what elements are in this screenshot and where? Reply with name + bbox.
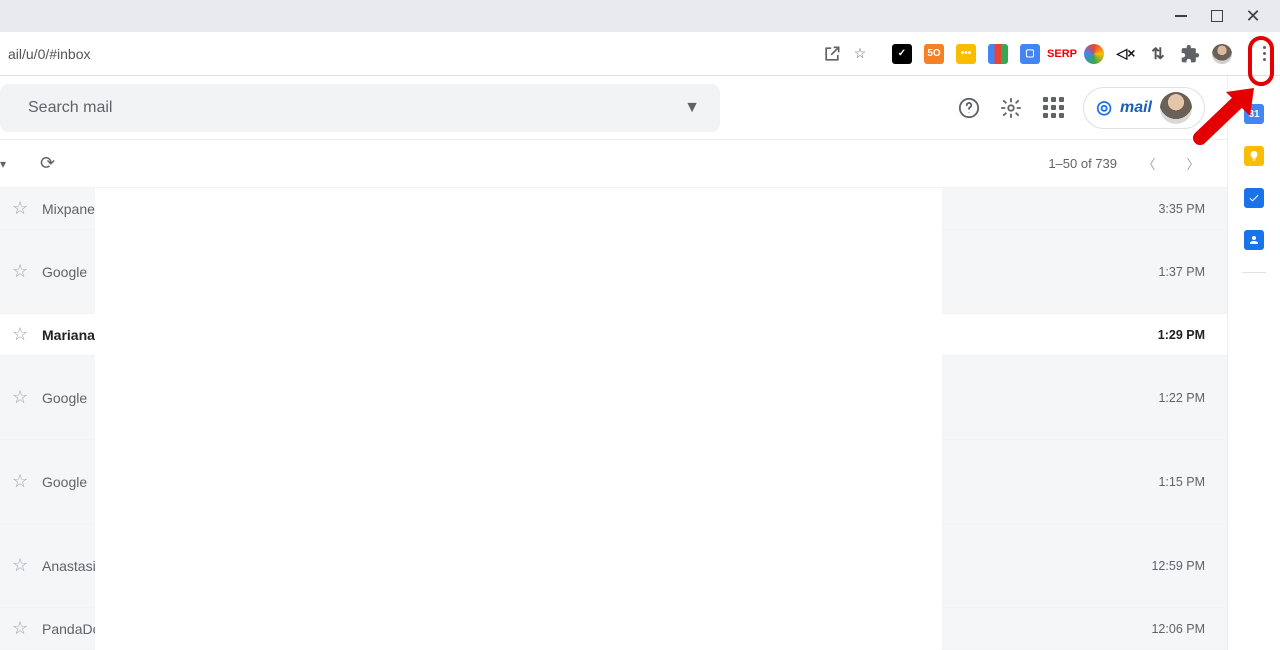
email-time: 1:37 PM: [1135, 265, 1205, 279]
extension-hub-icon[interactable]: [1084, 44, 1104, 64]
window-maximize-button[interactable]: [1210, 9, 1224, 23]
star-icon[interactable]: ☆: [12, 324, 32, 345]
email-list: ☆ Mixpanelansaction ID 177732…3:35 PM ☆ Goo…: [0, 188, 1227, 650]
extension-blue-icon[interactable]: ▢: [1020, 44, 1040, 64]
email-sender: Google: [42, 390, 242, 406]
email-sender: PandaDoc: [42, 621, 242, 637]
email-sender: Google: [42, 264, 242, 280]
email-preview: pe everything is well, …: [242, 327, 1135, 343]
extension-bars-icon[interactable]: [988, 44, 1008, 64]
dots-icon: [1263, 46, 1266, 49]
email-row[interactable]: ☆ Googleg document [FR] Ho…1:22 PM: [0, 356, 1227, 440]
star-icon[interactable]: ☆: [12, 198, 32, 219]
browser-profile-avatar[interactable]: [1212, 44, 1232, 64]
email-preview: ansaction ID 177732…: [242, 201, 1135, 217]
email-row[interactable]: ☆ PandaDocs les participants - Le …12:06 …: [0, 608, 1227, 650]
email-row[interactable]: ☆ Googleing document [FR] H…1:15 PM: [0, 440, 1227, 524]
email-time: 12:06 PM: [1135, 622, 1205, 636]
star-icon[interactable]: ☆: [12, 261, 32, 282]
email-row[interactable]: ☆ Mixpanelansaction ID 177732…3:35 PM: [0, 188, 1227, 230]
google-apps-icon[interactable]: [1041, 96, 1065, 120]
account-avatar[interactable]: [1160, 92, 1192, 124]
star-icon[interactable]: ☆: [12, 387, 32, 408]
email-row[interactable]: ☆ Anastasia/docs.google.com/d…12:59 PM: [0, 524, 1227, 608]
email-sender: Google: [42, 474, 242, 490]
browser-toolbar: ail/u/0/#inbox ☆ ✓ 5O ••• ▢ SERP ◁× ⇅: [0, 32, 1280, 76]
gmail-app: Search mail ▼ ◎ mail: [0, 76, 1280, 650]
chrome-menu-button[interactable]: [1254, 44, 1274, 64]
pagination-range: 1–50 of 739: [1048, 156, 1117, 171]
search-mail-box[interactable]: Search mail ▼: [0, 84, 720, 132]
address-bar[interactable]: ail/u/0/#inbox ☆: [0, 39, 878, 69]
sidepanel-tasks-icon[interactable]: [1244, 188, 1264, 208]
brand-at-icon: ◎: [1096, 97, 1112, 118]
star-icon[interactable]: ☆: [12, 471, 32, 492]
mail-toolbar: ▾ ⟳ 1–50 of 739 〈 〉: [0, 140, 1227, 188]
email-preview: llowing document [F…: [242, 264, 1135, 280]
settings-gear-icon[interactable]: [999, 96, 1023, 120]
pagination-prev-button[interactable]: 〈: [1137, 152, 1161, 176]
extension-stackoverflow-icon[interactable]: 5O: [924, 44, 944, 64]
email-time: 1:15 PM: [1135, 475, 1205, 489]
bookmark-star-icon[interactable]: ☆: [850, 44, 870, 64]
search-options-caret-icon[interactable]: ▼: [684, 99, 700, 117]
toolbar-left: ▾ ⟳: [0, 153, 55, 174]
extensions-strip: ✓ 5O ••• ▢ SERP ◁× ⇅: [878, 44, 1274, 64]
extension-mute-icon[interactable]: ◁×: [1116, 44, 1136, 64]
sidepanel-add-button[interactable]: ＋: [1244, 295, 1264, 315]
extension-serp-icon[interactable]: SERP: [1052, 44, 1072, 64]
email-row[interactable]: ☆ Marianape everything is well, …1:29 PM: [0, 314, 1227, 356]
extension-checkbox-icon[interactable]: ✓: [892, 44, 912, 64]
email-sender: Anastasia: [42, 558, 242, 574]
pagination-next-button[interactable]: 〉: [1181, 152, 1205, 176]
extension-yellow-icon[interactable]: •••: [956, 44, 976, 64]
email-list-wrap: ☆ Mixpanelansaction ID 177732…3:35 PM ☆ Goo…: [0, 188, 1227, 650]
extensions-menu-icon[interactable]: [1180, 44, 1200, 64]
chevron-down-icon: ▾: [0, 157, 6, 171]
star-icon[interactable]: ☆: [12, 618, 32, 639]
sidepanel-keep-icon[interactable]: [1244, 146, 1264, 166]
brand-text: mail: [1120, 99, 1152, 117]
window-minimize-button[interactable]: [1174, 9, 1188, 23]
email-preview: ing document [FR] H…: [242, 474, 1135, 490]
star-icon[interactable]: ☆: [12, 555, 32, 576]
extension-arrows-icon[interactable]: ⇅: [1148, 44, 1168, 64]
gmail-header: Search mail ▼ ◎ mail: [0, 76, 1227, 140]
email-preview: g document [FR] Ho…: [242, 390, 1135, 406]
sidepanel-calendar-icon[interactable]: 31: [1244, 104, 1264, 124]
window-title-bar: ✕: [0, 0, 1280, 32]
sidepanel-contacts-icon[interactable]: [1244, 230, 1264, 250]
email-preview: /docs.google.com/d…: [242, 558, 1135, 574]
toolbar-right: 1–50 of 739 〈 〉: [1048, 152, 1205, 176]
sidepanel-divider: [1242, 272, 1266, 273]
email-preview: s les participants - Le …: [242, 621, 1135, 637]
gmail-main-pane: Search mail ▼ ◎ mail: [0, 76, 1228, 650]
open-in-new-icon[interactable]: [822, 44, 842, 64]
email-time: 12:59 PM: [1135, 559, 1205, 573]
side-panel: 31 ＋: [1228, 76, 1280, 650]
email-time: 1:22 PM: [1135, 391, 1205, 405]
email-row[interactable]: ☆ Googlellowing document [F…1:37 PM: [0, 230, 1227, 314]
email-sender: Mariana: [42, 327, 242, 343]
select-all-checkbox[interactable]: ▾: [0, 157, 6, 171]
help-icon[interactable]: [957, 96, 981, 120]
search-placeholder: Search mail: [0, 99, 684, 117]
account-brand-pill[interactable]: ◎ mail: [1083, 87, 1205, 129]
window-close-button[interactable]: ✕: [1246, 9, 1260, 23]
gmail-header-icons: ◎ mail: [957, 87, 1205, 129]
email-time: 1:29 PM: [1135, 328, 1205, 342]
email-time: 3:35 PM: [1135, 202, 1205, 216]
email-sender: Mixpanel: [42, 201, 242, 217]
address-bar-text: ail/u/0/#inbox: [8, 46, 814, 62]
refresh-button[interactable]: ⟳: [40, 153, 55, 174]
